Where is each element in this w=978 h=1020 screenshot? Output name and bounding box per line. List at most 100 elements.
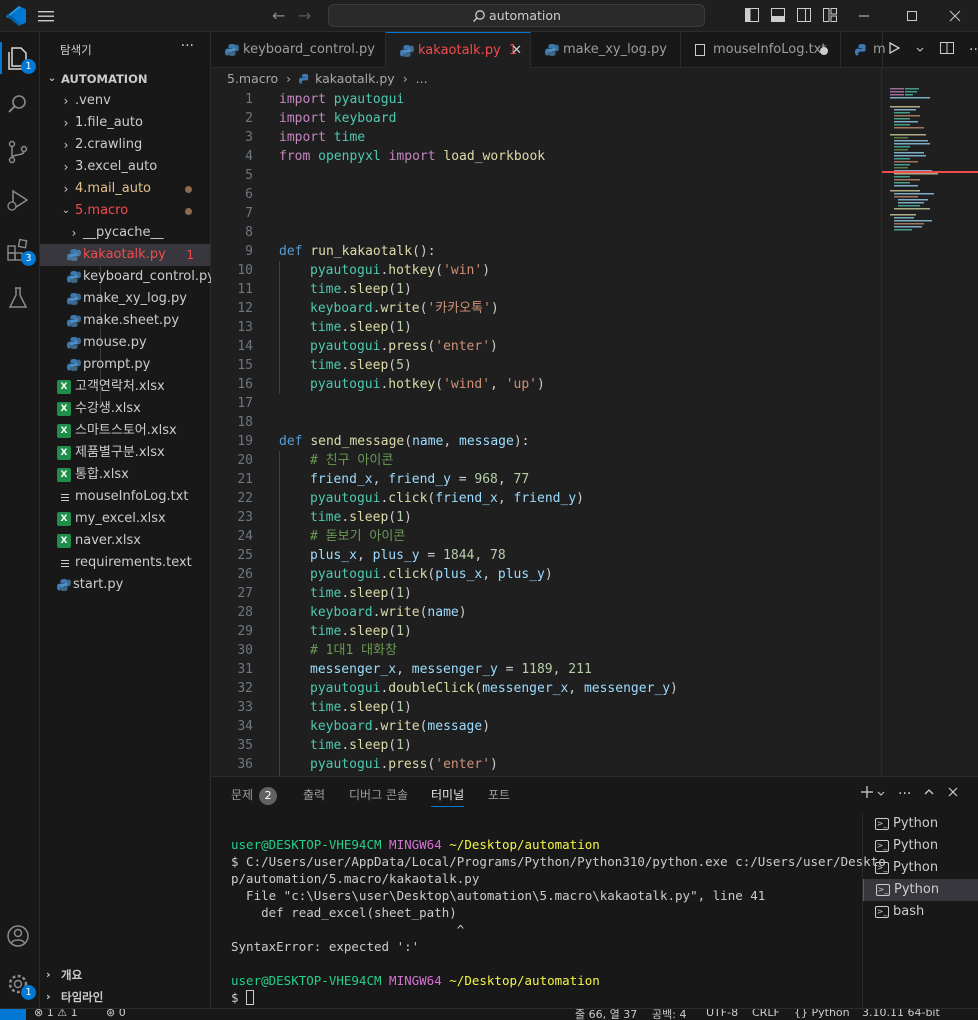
folder-item[interactable]: › 4.mail_auto — [40, 178, 210, 200]
chevron-down-icon[interactable] — [876, 787, 886, 802]
more-actions-icon[interactable]: ··· — [181, 38, 194, 54]
python-file-icon — [67, 359, 81, 371]
tab-overflow[interactable]: m — [841, 32, 886, 68]
file-item[interactable]: X 고객연락처.xlsx — [40, 376, 210, 398]
menu-icon[interactable] — [36, 7, 56, 25]
toggle-panel-icon[interactable] — [770, 6, 786, 24]
folder-item[interactable]: › .venv — [40, 90, 210, 112]
file-item[interactable]: X 수강생.xlsx — [40, 398, 210, 420]
customize-layout-icon[interactable] — [822, 6, 838, 24]
tab-keyboard-control[interactable]: keyboard_control.py — [211, 32, 386, 68]
file-item[interactable]: make.sheet.py — [40, 310, 210, 332]
account-icon[interactable] — [4, 922, 32, 950]
command-center-search[interactable]: automation — [328, 4, 705, 27]
language-mode[interactable]: {} Python — [794, 1009, 850, 1019]
terminal-item-bash[interactable]: >_ bash — [863, 901, 978, 923]
maximize-panel-icon[interactable] — [923, 786, 935, 802]
vscode-logo-icon[interactable] — [5, 6, 27, 26]
indentation[interactable]: 공백: 4 — [652, 1009, 686, 1020]
folder-item[interactable]: › __pycache__ — [40, 222, 210, 244]
folder-item[interactable]: › 3.excel_auto — [40, 156, 210, 178]
tab-kakaotalk[interactable]: kakaotalk.py 1 ✕ — [386, 32, 531, 68]
code-text: keyboard.write(name) — [310, 605, 467, 620]
file-item[interactable]: Xnaver.xlsx — [40, 530, 210, 552]
breadcrumb-symbol[interactable]: ... — [416, 71, 428, 86]
text-file-icon — [695, 44, 705, 56]
ports-status[interactable]: ⊛ 0 — [106, 1009, 126, 1019]
toggle-secondary-sidebar-icon[interactable] — [796, 6, 812, 24]
file-item[interactable]: requirements.text — [40, 552, 210, 574]
tab-make-xy-log[interactable]: make_xy_log.py — [531, 32, 681, 68]
folder-item[interactable]: › 2.crawling — [40, 134, 210, 156]
file-item[interactable]: Xmy_excel.xlsx — [40, 508, 210, 530]
new-terminal-plus-icon[interactable] — [860, 785, 874, 803]
line-number: 9 — [245, 244, 253, 259]
file-item[interactable]: mouseInfoLog.txt — [40, 486, 210, 508]
end-of-line[interactable]: CRLF — [752, 1009, 780, 1019]
terminal-command-cont: p/automation/5.macro/kakaotalk.py — [231, 871, 480, 886]
problems-status[interactable]: ⊗ 1 ⚠ 1 — [34, 1009, 78, 1019]
file-item[interactable]: start.py — [40, 574, 210, 596]
close-button[interactable] — [932, 0, 978, 32]
run-debug-icon[interactable] — [4, 186, 32, 214]
forward-arrow-icon[interactable]: → — [298, 6, 316, 26]
code-line: 29 time.sleep(1) — [211, 622, 881, 641]
chevron-down-icon: ⌄ — [47, 73, 57, 84]
source-control-icon[interactable] — [4, 138, 32, 166]
folder-item[interactable]: ⌄ 5.macro — [40, 200, 210, 222]
tab-terminal[interactable]: 터미널 — [431, 777, 465, 813]
run-python-icon[interactable] — [887, 41, 901, 59]
cursor-position[interactable]: 줄 66, 열 37 — [575, 1009, 637, 1020]
breadcrumb-file[interactable]: kakaotalk.py — [315, 71, 395, 86]
explorer-icon[interactable]: 1 — [4, 44, 36, 74]
more-actions-icon[interactable]: ··· — [898, 786, 911, 802]
terminal-item-python[interactable]: >_ Python — [863, 857, 978, 879]
close-panel-icon[interactable] — [947, 786, 959, 802]
code-editor[interactable]: 1 import pyautogui 2 import keyboard 3 import… — [211, 90, 881, 776]
minimap[interactable] — [881, 68, 978, 776]
tab-ports[interactable]: 포트 — [488, 777, 510, 813]
close-icon[interactable]: ✕ — [511, 33, 522, 69]
file-item[interactable]: make_xy_log.py — [40, 288, 210, 310]
file-item[interactable]: prompt.py — [40, 354, 210, 376]
file-item[interactable]: X 스마트스토어.xlsx — [40, 420, 210, 442]
file-item[interactable]: X 통합.xlsx — [40, 464, 210, 486]
tab-problems[interactable]: 문제 2 — [231, 777, 278, 813]
minimize-button[interactable] — [841, 0, 887, 32]
terminal-item-python[interactable]: >_ Python — [863, 835, 978, 857]
code-line: 4 from openpyxl import load_workbook — [211, 147, 881, 166]
terminal-item-python[interactable]: >_ Python — [863, 813, 978, 835]
split-editor-icon[interactable] — [939, 40, 955, 60]
excel-file-icon: X — [57, 512, 71, 526]
file-item[interactable]: X 제품별구분.xlsx — [40, 442, 210, 464]
file-item[interactable]: kakaotalk.py 1 — [40, 244, 210, 266]
python-interpreter[interactable]: 3.10.11 64-bit — [862, 1009, 940, 1019]
tab-debug-console[interactable]: 디버그 콘솔 — [349, 777, 408, 813]
more-actions-icon[interactable]: ··· — [969, 42, 978, 58]
manage-gear-icon[interactable]: 1 — [4, 970, 36, 1000]
workspace-root[interactable]: ⌄ AUTOMATION — [40, 68, 210, 90]
outline-section[interactable]: › 개요 — [40, 964, 210, 986]
code-text: pyautogui.click(plus_x, plus_y) — [310, 567, 553, 582]
tree-item-label: naver.xlsx — [75, 533, 141, 548]
testing-flask-icon[interactable] — [4, 284, 32, 312]
chevron-down-icon[interactable] — [915, 43, 925, 58]
tab-output[interactable]: 출력 — [303, 777, 325, 813]
file-item[interactable]: keyboard_control.py — [40, 266, 215, 288]
encoding[interactable]: UTF-8 — [706, 1009, 738, 1019]
toggle-primary-sidebar-icon[interactable] — [744, 6, 760, 24]
file-item[interactable]: mouse.py — [40, 332, 210, 354]
maximize-button[interactable] — [889, 0, 935, 32]
search-view-icon[interactable] — [4, 90, 32, 118]
unsaved-dot-icon[interactable] — [820, 47, 828, 55]
tab-mouseinfolog[interactable]: mouseInfoLog.txt — [681, 32, 841, 68]
terminal-input-line[interactable]: $ — [231, 989, 255, 1006]
extensions-icon[interactable]: 3 — [4, 236, 36, 266]
terminal-item-python-active[interactable]: >_ Python — [863, 879, 978, 901]
back-arrow-icon[interactable]: ← — [272, 6, 290, 26]
breadcrumb-folder[interactable]: 5.macro — [227, 71, 278, 86]
chevron-right-icon: › — [46, 990, 51, 1003]
timeline-section[interactable]: › 타임라인 — [40, 986, 210, 1008]
remote-indicator-icon[interactable] — [0, 1009, 26, 1020]
folder-item[interactable]: › 1.file_auto — [40, 112, 210, 134]
